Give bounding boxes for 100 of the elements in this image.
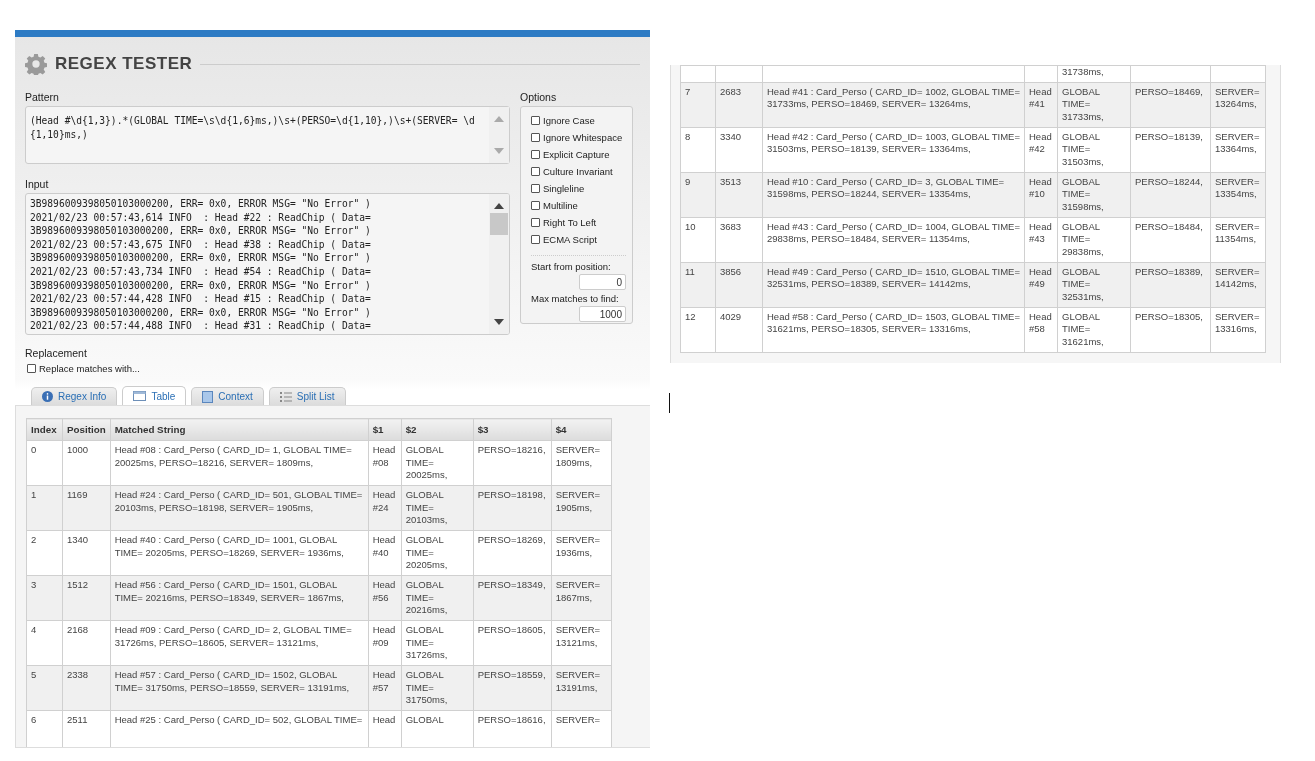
group-cell: GLOBAL TIME= 31750ms, [405,669,448,706]
group-cell: Head #40 [372,534,396,558]
index-cell: 5 [31,669,37,680]
group-cell: SERVER= 1905ms, [555,489,601,513]
group-cell: PERSO=18605, [477,624,546,635]
checkbox[interactable] [531,235,540,244]
text-cursor [669,393,670,413]
option-label[interactable]: Culture Invariant [543,166,613,177]
group-cell: GLOBAL TIME= 20216ms, [405,579,448,616]
checkbox[interactable] [531,133,540,142]
group-cell: Head #09 [372,624,396,648]
group-cell: PERSO=18244, [1135,175,1203,187]
tab[interactable]: Regex Info [31,387,118,405]
option-label[interactable]: Right To Left [543,217,597,228]
gear-icon [25,53,47,75]
group-cell: PERSO=18198, [477,489,546,500]
max-matches-label: Max matches to find: [531,293,620,304]
list-icon [279,391,292,402]
matched-string-cell: Head #10 : Card_Perso ( CARD_ID= 3, GLOBAL TIME= 31598ms, PERSO=18244, SERVER= 13354ms, [767,175,1005,200]
column-header: Index [26,418,63,441]
group-cell: GLOBAL TIME= 32531ms, [1062,265,1104,302]
option-label[interactable]: Ignore Whitespace [543,132,623,143]
checkbox[interactable] [531,116,540,125]
document-icon [202,390,214,403]
input-label: Input [25,178,50,190]
group-cell: GLOBAL TIME= 31503ms, [1062,130,1104,167]
group-cell: Head #58 [1029,310,1052,335]
option-label[interactable]: ECMA Script [543,234,597,245]
group-cell: PERSO=18469, [1135,85,1203,97]
scrollbar-thumb[interactable] [490,213,508,235]
scroll-up-icon[interactable] [494,202,504,209]
group-cell: PERSO=18484, [1135,220,1203,232]
pattern-label: Pattern [25,91,60,103]
position-cell: 3513 [720,175,742,187]
group-cell: PERSO=18216, [477,444,546,455]
start-position-label: Start from position: [531,261,612,272]
group-cell: Head #57 [372,669,396,693]
index-cell: 2 [31,534,37,545]
option-label[interactable]: Multiline [543,200,578,211]
replace-option-label[interactable]: Replace matches with... [39,363,140,374]
matched-string-cell: Head #56 : Card_Perso ( CARD_ID= 1501, GLOBAL TIME= 20216ms, PERSO=18349, SERVER= 1867ms, [114,579,344,603]
index-cell: 11 [685,265,695,277]
column-header: $3 [473,418,552,441]
group-cell: PERSO=18559, [477,669,546,680]
checkbox[interactable] [531,218,540,227]
group-cell: SERVER= 14142ms, [1215,265,1260,290]
column-header: $2 [401,418,474,441]
group-cell: GLOBAL TIME= 20025ms, [405,444,448,481]
option-label[interactable]: Singleline [543,183,585,194]
group-cell: SERVER= 13354ms, [1215,175,1260,200]
matched-string-cell: Head #40 : Card_Perso ( CARD_ID= 1001, GLOBAL TIME= 20205ms, PERSO=18269, SERVER= 1936ms, [114,534,344,558]
matched-string-cell: Head #24 : Card_Perso ( CARD_ID= 501, GLOBAL TIME= 20103ms, PERSO=18198, SERVER= 1905ms, [114,489,363,513]
start-position-field[interactable]: 0 [579,274,626,290]
group-cell: SERVER= 11354ms, [1215,220,1260,245]
group-cell: SERVER= 1809ms, [555,444,601,468]
checkbox[interactable] [531,184,540,193]
group-cell: Head #08 [372,444,396,468]
checkbox[interactable] [531,167,540,176]
group-cell: Head #43 [1029,220,1052,245]
index-cell: 6 [31,714,37,725]
group-cell: SERVER= 13191ms, [555,669,601,693]
group-cell: PERSO=18305, [1135,310,1203,322]
index-cell: 12 [685,310,696,322]
group-cell: GLOBAL TIME= 29838ms, [1062,220,1104,257]
info-icon [42,391,53,402]
matched-string-cell: Head #08 : Card_Perso ( CARD_ID= 1, GLOBAL TIME= 20025ms, PERSO=18216, SERVER= 1809ms, [114,444,352,468]
column-header: $1 [368,418,402,441]
group-cell: GLOBAL TIME= 31726ms, [405,624,448,661]
group-cell: PERSO=18269, [477,534,546,545]
group-cell: SERVER= 13364ms, [1215,130,1260,155]
tab[interactable]: Table [122,386,187,405]
group-cell: GLOBAL TIME= 31621ms, [1062,310,1104,347]
tab[interactable]: Context [191,387,264,405]
input-field[interactable]: 3B9896009398050103000200, ERR= 0x0, ERROR MSG= "No Error" ) 2021/02/23 00:57:43,614 INFO : Head #22 : ReadChip ( Data= 3B9896009398050103000200, ERR= 0x0, ERROR MSG= "No Error" ) 2021/02/23 00:57:43,675 INFO : Head #38 : ReadChip ( Data= 3B9896009398050103000200, ERR= 0x0, ERROR MSG= "No Error" ) 2021/02/23 00:57:43,734 INFO : Head #54 : ReadChip ( Data= 3B9896009398050103000200, ERR= 0x0, ERROR MSG= "No Error" ) 2021/02/23 00:57:44,428 INFO : Head #15 : ReadChip ( Data= 3B9896009398050103000200, ERR= 0x0, ERROR MSG= "No Error" ) 2021/02/23 00:57:44,488 INFO : Head #31 : ReadChip ( Data= [25,193,510,335]
option-label[interactable]: Ignore Case [543,115,595,126]
checkbox[interactable] [531,150,540,159]
matched-string-cell: Head #57 : Card_Perso ( CARD_ID= 1502, GLOBAL TIME= 31750ms, PERSO=18559, SERVER= 13191ms, [114,669,350,693]
matched-string-cell: Head #43 : Card_Perso ( CARD_ID= 1004, GLOBAL TIME= 29838ms, PERSO=18484, SERVER= 11354ms, [767,220,1020,245]
group-cell: Head #56 [372,579,396,603]
group-cell: GLOBAL TIME= 20103ms, [405,489,448,526]
index-cell: 1 [31,489,37,500]
column-header: Position [62,418,111,441]
option-label[interactable]: Explicit Capture [543,149,610,160]
group-cell: SERVER= 1867ms, [555,579,601,603]
column-header: $4 [551,418,612,441]
matched-string-cell: Head #25 : Card_Perso ( CARD_ID= 502, GLOBAL TIME= [114,714,363,725]
group-cell: SERVER= 13264ms, [1215,85,1260,110]
group-cell: GLOBAL TIME= 31598ms, [1062,175,1104,212]
scroll-down-icon[interactable] [494,319,504,326]
group-cell: PERSO=18389, [1135,265,1203,277]
matched-string-cell: Head #09 : Card_Perso ( CARD_ID= 2, GLOBAL TIME= 31726ms, PERSO=18605, SERVER= 13121ms, [114,624,352,648]
tab[interactable]: Split List [268,387,346,405]
checkbox[interactable] [27,364,36,373]
group-cell: Head [372,714,396,725]
max-matches-field[interactable]: 1000 [579,306,626,322]
checkbox[interactable] [531,201,540,210]
group-cell: PERSO=18616, [477,714,546,725]
matched-string-cell: Head #42 : Card_Perso ( CARD_ID= 1003, GLOBAL TIME= 31503ms, PERSO=18139, SERVER= 13364ms, [767,130,1020,155]
index-cell: 3 [31,579,37,590]
replacement-label: Replacement [25,347,88,359]
